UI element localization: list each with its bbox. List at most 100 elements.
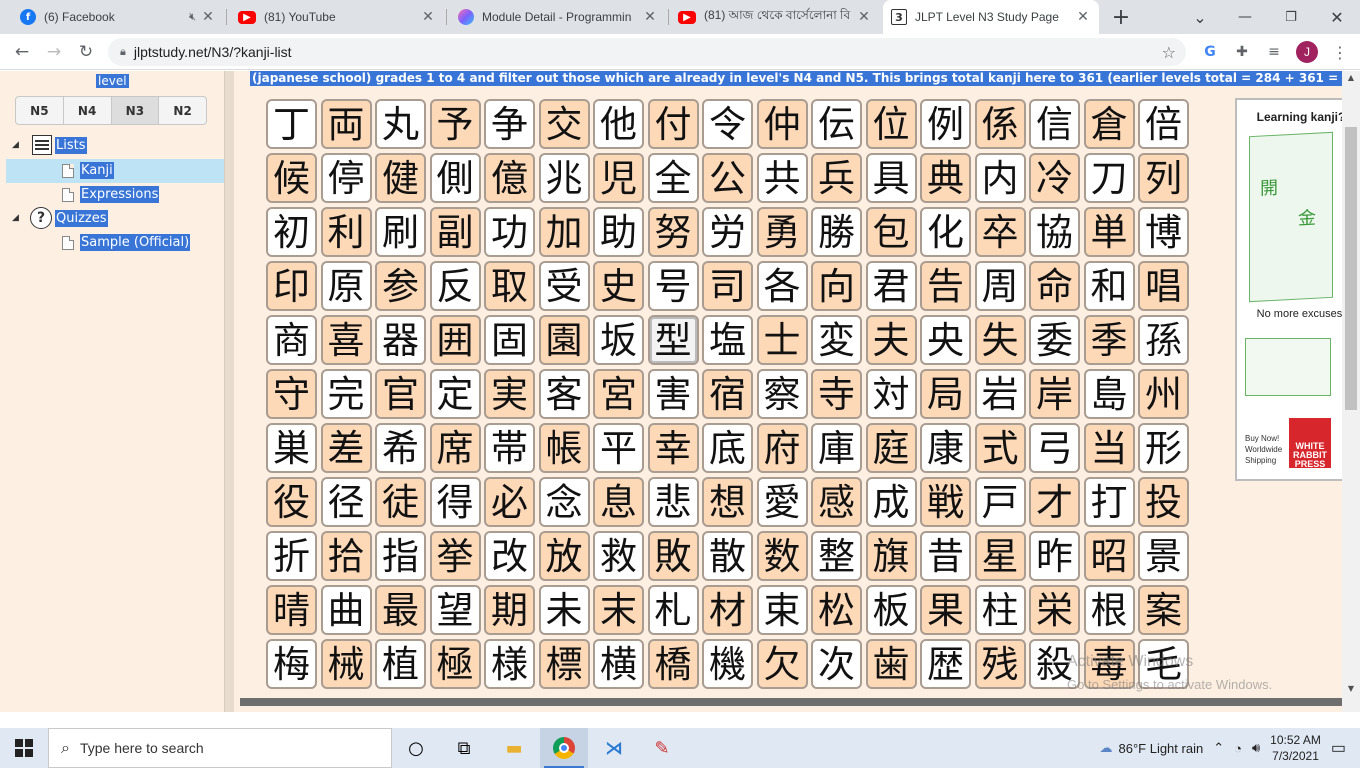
kanji-cell[interactable]: 刷: [375, 207, 426, 257]
kanji-cell[interactable]: 岩: [974, 369, 1026, 419]
kanji-cell[interactable]: 次: [811, 639, 862, 689]
kanji-cell[interactable]: 数: [756, 531, 808, 581]
kanji-cell[interactable]: 士: [756, 315, 808, 365]
kanji-cell[interactable]: 反: [429, 261, 481, 311]
kanji-cell[interactable]: 初: [266, 207, 317, 257]
forward-button[interactable]: →: [40, 38, 68, 66]
scroll-down-arrow-icon[interactable]: ▼: [1342, 684, 1360, 693]
start-button[interactable]: [0, 728, 48, 768]
kanji-cell[interactable]: 億: [484, 153, 535, 203]
kanji-cell[interactable]: 伝: [811, 99, 862, 149]
kanji-cell[interactable]: 折: [266, 531, 317, 581]
kanji-cell[interactable]: 公: [702, 153, 753, 203]
kanji-cell[interactable]: 改: [484, 531, 535, 581]
kanji-cell[interactable]: 仲: [756, 99, 808, 149]
kanji-cell[interactable]: 島: [1083, 369, 1135, 419]
kanji-cell[interactable]: 令: [702, 99, 753, 149]
kanji-cell[interactable]: 児: [593, 153, 644, 203]
kanji-cell[interactable]: 徒: [375, 477, 426, 527]
kanji-cell[interactable]: 唱: [1138, 261, 1189, 311]
kanji-cell[interactable]: 具: [865, 153, 917, 203]
kanji-cell[interactable]: 想: [702, 477, 753, 527]
kanji-cell[interactable]: 包: [865, 207, 917, 257]
kanji-cell[interactable]: 典: [920, 153, 971, 203]
kanji-cell[interactable]: 位: [865, 99, 917, 149]
kanji-cell[interactable]: 栄: [1029, 585, 1080, 635]
tree-label-quizzes[interactable]: Quizzes: [55, 209, 108, 227]
kanji-cell[interactable]: 期: [484, 585, 535, 635]
tab-module-detail[interactable]: Module Detail - Programmin ✕: [450, 0, 666, 34]
kanji-cell[interactable]: 季: [1083, 315, 1135, 365]
kanji-cell[interactable]: 命: [1029, 261, 1080, 311]
new-tab-button[interactable]: +: [1108, 0, 1134, 34]
translate-icon[interactable]: G: [1198, 40, 1222, 64]
kanji-cell[interactable]: 柱: [974, 585, 1026, 635]
kanji-cell[interactable]: 単: [1083, 207, 1135, 257]
task-view-icon[interactable]: ⧉: [440, 728, 488, 768]
kanji-cell[interactable]: 悲: [647, 477, 699, 527]
menu-kebab-icon[interactable]: ⋮: [1328, 40, 1352, 64]
kanji-cell[interactable]: 察: [756, 369, 808, 419]
kanji-cell[interactable]: 昔: [920, 531, 971, 581]
kanji-cell[interactable]: 差: [320, 423, 372, 473]
kanji-cell[interactable]: 打: [1083, 477, 1135, 527]
tab-facebook[interactable]: f (6) Facebook 🔇︎ ✕: [12, 0, 224, 34]
kanji-cell[interactable]: 歯: [865, 639, 917, 689]
kanji-cell[interactable]: 変: [811, 315, 862, 365]
tray-overflow-icon[interactable]: ⌃: [1213, 740, 1224, 756]
close-window-button[interactable]: ✕: [1322, 0, 1352, 34]
speaker-muted-icon[interactable]: 🔇︎: [189, 10, 196, 24]
kanji-cell[interactable]: 各: [756, 261, 808, 311]
kanji-cell[interactable]: 様: [484, 639, 535, 689]
kanji-cell[interactable]: 板: [865, 585, 917, 635]
kanji-cell[interactable]: 完: [320, 369, 372, 419]
kanji-cell[interactable]: 放: [538, 531, 590, 581]
kanji-cell[interactable]: 孫: [1138, 315, 1189, 365]
kanji-cell[interactable]: 勝: [811, 207, 862, 257]
kanji-cell[interactable]: 挙: [429, 531, 481, 581]
kanji-cell[interactable]: 必: [484, 477, 535, 527]
kanji-cell[interactable]: 欠: [756, 639, 808, 689]
reload-button[interactable]: ↻: [72, 38, 100, 66]
kanji-cell[interactable]: 果: [920, 585, 971, 635]
kanji-cell[interactable]: 冷: [1029, 153, 1080, 203]
kanji-cell[interactable]: 争: [484, 99, 535, 149]
weather-widget[interactable]: ☁ 86°F Light rain: [1100, 740, 1204, 756]
kanji-cell[interactable]: 客: [538, 369, 590, 419]
kanji-cell[interactable]: 巣: [266, 423, 317, 473]
kanji-cell[interactable]: 愛: [756, 477, 808, 527]
collapse-triangle-icon[interactable]: ◢: [12, 140, 24, 150]
cortana-icon[interactable]: ○: [392, 728, 440, 768]
kanji-cell[interactable]: 整: [811, 531, 862, 581]
avatar[interactable]: J: [1296, 41, 1318, 63]
lock-icon[interactable]: 🔒︎: [120, 45, 126, 59]
kanji-cell[interactable]: 卒: [974, 207, 1026, 257]
kanji-cell[interactable]: 宿: [702, 369, 753, 419]
collapse-triangle-icon[interactable]: ◢: [12, 213, 24, 223]
tree-label-expressions[interactable]: Expressions: [80, 186, 160, 203]
kanji-cell[interactable]: 州: [1138, 369, 1189, 419]
kanji-cell[interactable]: 固: [484, 315, 535, 365]
kanji-cell[interactable]: 径: [320, 477, 372, 527]
kanji-cell[interactable]: 停: [320, 153, 372, 203]
kanji-cell[interactable]: 札: [647, 585, 699, 635]
kanji-cell[interactable]: 息: [593, 477, 644, 527]
tree-item-sample[interactable]: Sample (Official): [62, 234, 191, 251]
kanji-cell[interactable]: 戦: [920, 477, 971, 527]
kanji-cell[interactable]: 丸: [375, 99, 426, 149]
kanji-cell[interactable]: 係: [974, 99, 1026, 149]
kanji-cell[interactable]: 定: [429, 369, 481, 419]
tree-item-kanji[interactable]: Kanji: [62, 162, 114, 179]
kanji-cell[interactable]: 梅: [266, 639, 317, 689]
kanji-cell[interactable]: 付: [647, 99, 699, 149]
kanji-cell[interactable]: 倍: [1138, 99, 1189, 149]
close-tab-icon[interactable]: ✕: [856, 9, 872, 25]
kanji-cell[interactable]: 予: [429, 99, 481, 149]
kanji-cell[interactable]: 府: [756, 423, 808, 473]
tree-label-sample[interactable]: Sample (Official): [80, 234, 191, 251]
kanji-cell[interactable]: 号: [647, 261, 699, 311]
kanji-cell[interactable]: 感: [811, 477, 862, 527]
kanji-cell[interactable]: 最: [375, 585, 426, 635]
kanji-cell[interactable]: 両: [320, 99, 372, 149]
kanji-cell[interactable]: 健: [375, 153, 426, 203]
